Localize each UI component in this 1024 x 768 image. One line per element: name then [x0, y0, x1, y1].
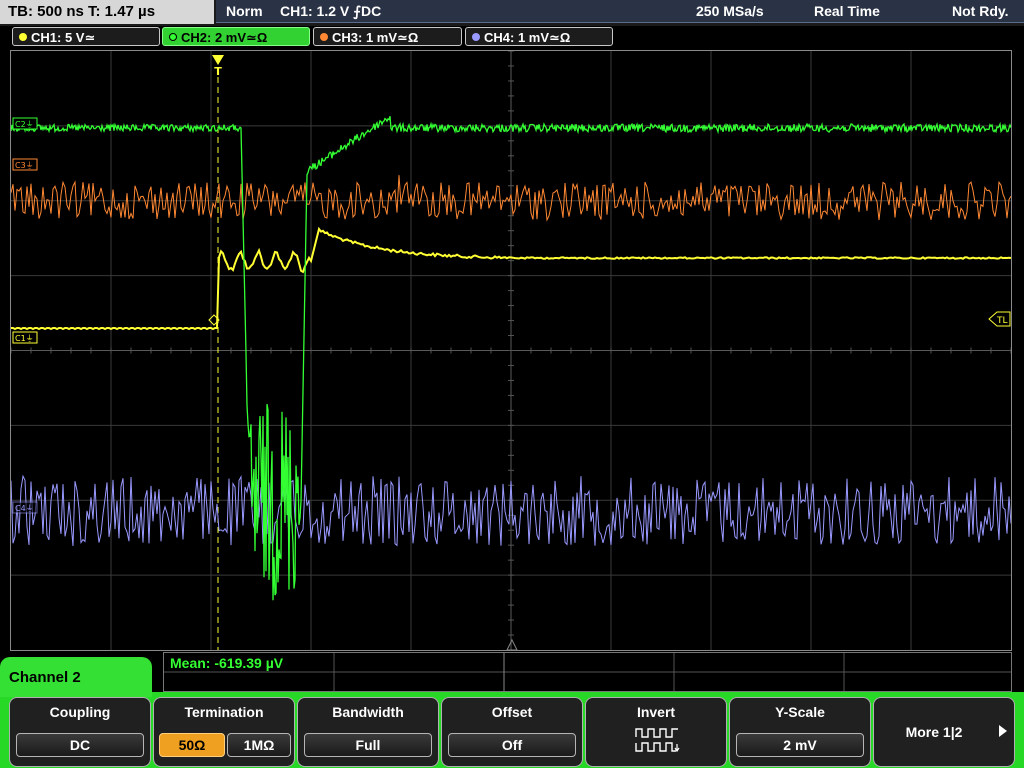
graticule-grid [11, 51, 1011, 650]
svg-text:C3⏚: C3⏚ [15, 161, 34, 170]
invert-label: Invert [636, 704, 676, 720]
termination-label: Termination [184, 704, 264, 720]
trigger-time-label: T [214, 65, 222, 78]
channel-menu-tab[interactable]: Channel 2 [0, 657, 152, 697]
channel-3-tab[interactable]: CH3: 1 mV≃Ω [313, 27, 462, 46]
channel-1-label: CH1: 5 V≃ [31, 30, 96, 45]
timebase-readout[interactable]: TB: 500 ns T: 1.47 µs [0, 0, 214, 24]
svg-text:TL: TL [996, 316, 1008, 326]
termination-1mohm-option[interactable]: 1MΩ [227, 733, 291, 757]
svg-text:C2⏚: C2⏚ [15, 120, 34, 129]
measurement-bar[interactable]: Mean: -619.39 µV [163, 652, 1012, 692]
coupling-value[interactable]: DC [16, 733, 144, 757]
trigger-info[interactable]: CH1: 1.2 V ⨍DC [280, 0, 381, 22]
channel-4-color-icon [472, 33, 480, 41]
channel-2-color-icon [169, 33, 177, 41]
acquisition-mode: Real Time [814, 3, 880, 19]
svg-text:C4⏚: C4⏚ [15, 504, 34, 513]
channel-2-label: CH2: 2 mV≃Ω [181, 30, 268, 45]
termination-softkey[interactable]: Termination 50Ω 1MΩ [153, 697, 295, 767]
sample-rate: 250 MSa/s [696, 3, 764, 19]
offset-softkey[interactable]: Offset Off [441, 697, 583, 767]
invert-softkey[interactable]: Invert [585, 697, 727, 767]
coupling-label: Coupling [49, 704, 111, 720]
offset-value[interactable]: Off [448, 733, 576, 757]
channel-1-color-icon [19, 33, 27, 41]
invert-waveform-icon [635, 728, 680, 753]
measurement-grid [164, 653, 1011, 691]
bandwidth-value[interactable]: Full [304, 733, 432, 757]
arrow-right-icon [999, 725, 1007, 737]
bandwidth-label: Bandwidth [332, 704, 404, 720]
y-scale-value[interactable]: 2 mV [736, 733, 864, 757]
channel-1-tab[interactable]: CH1: 5 V≃ [12, 27, 160, 46]
acquisition-status-bar: Norm CH1: 1.2 V ⨍DC 250 MSa/s Real Time … [216, 0, 1024, 23]
waveform-canvas: T C2⏚ C3⏚ C1⏚ C4⏚ TL [11, 51, 1011, 650]
y-scale-label: Y-Scale [775, 704, 825, 720]
trigger-status: Not Rdy. [952, 3, 1009, 19]
channel-4-label: CH4: 1 mV≃Ω [484, 30, 571, 45]
coupling-softkey[interactable]: Coupling DC [9, 697, 151, 767]
more-softkey[interactable]: More 1|2 [873, 697, 1015, 767]
channel-3-label: CH3: 1 mV≃Ω [332, 30, 419, 45]
trigger-mode[interactable]: Norm [226, 0, 263, 22]
channel-1-ground-marker: C1⏚ [12, 331, 38, 344]
horizontal-position-icon [506, 638, 518, 650]
panel-title: Channel 2 [9, 669, 81, 686]
channel-3-color-icon [320, 33, 328, 41]
measurement-mean: Mean: -619.39 µV [170, 655, 284, 671]
svg-text:C1⏚: C1⏚ [15, 334, 34, 343]
trigger-level-marker: TL [988, 311, 1011, 327]
bandwidth-softkey[interactable]: Bandwidth Full [297, 697, 439, 767]
offset-label: Offset [491, 704, 533, 720]
termination-50ohm-option[interactable]: 50Ω [159, 733, 225, 757]
trigger-time-icon [212, 55, 224, 65]
more-label: More 1|2 [905, 724, 963, 740]
channel-3-ground-marker: C3⏚ [12, 158, 38, 171]
y-scale-softkey[interactable]: Y-Scale 2 mV [729, 697, 871, 767]
channel-2-tab[interactable]: CH2: 2 mV≃Ω [162, 27, 310, 46]
channel-4-tab[interactable]: CH4: 1 mV≃Ω [465, 27, 613, 46]
waveform-display[interactable]: T C2⏚ C3⏚ C1⏚ C4⏚ TL [10, 50, 1012, 651]
channel-4-ground-marker: C4⏚ [12, 501, 38, 514]
channel-2-ground-marker: C2⏚ [12, 117, 38, 130]
